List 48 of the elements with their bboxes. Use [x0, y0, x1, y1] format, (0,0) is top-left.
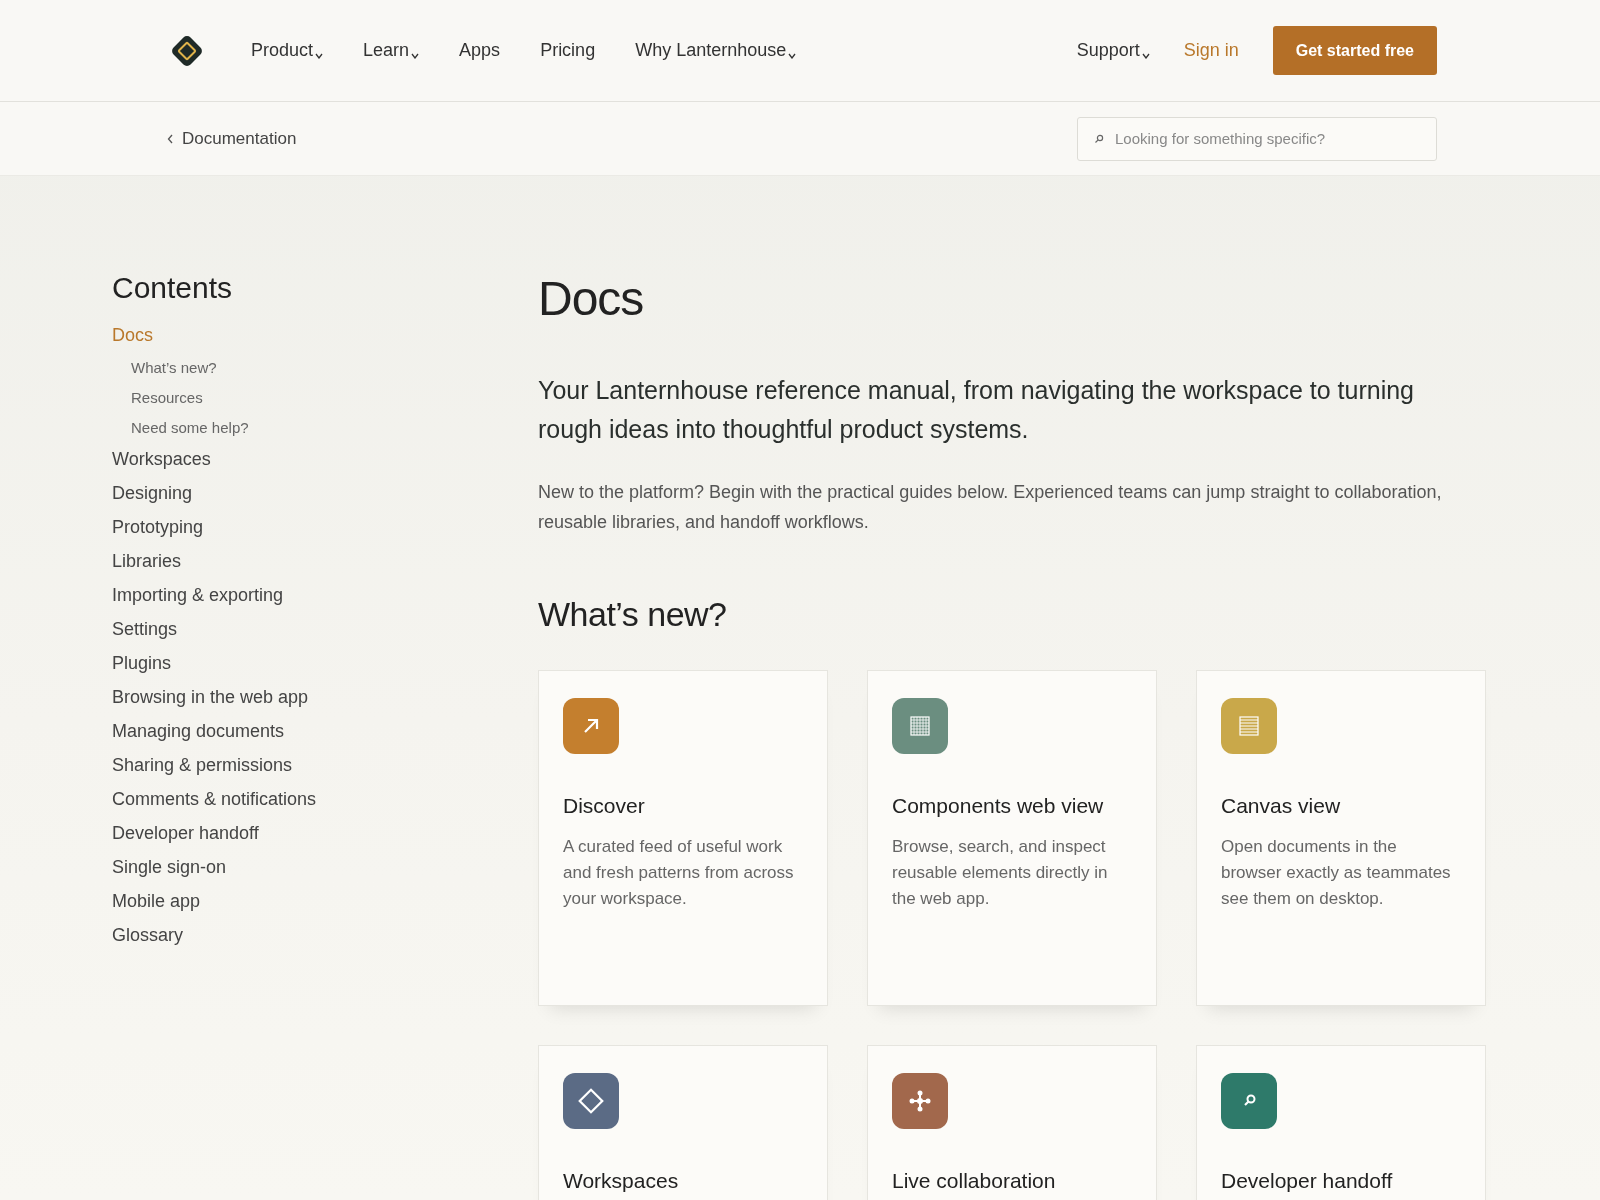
get-started-button[interactable]: Get started free [1272, 26, 1437, 75]
sidebar-link[interactable]: What’s new? [131, 359, 217, 376]
feature-card[interactable]: Developer handoff [1196, 1045, 1486, 1200]
page-title: Docs [538, 271, 645, 326]
sidebar-link[interactable]: Settings [112, 619, 178, 640]
sidebar-link[interactable]: Plugins [112, 653, 172, 674]
card-title: Live collaboration [892, 1169, 1057, 1193]
card-title: Components web view [892, 794, 1105, 818]
nav-link[interactable]: Why Lanternhouse [635, 40, 797, 61]
card-description: Open documents in the browser exactly as teammates see them on desktop. [1221, 836, 1452, 910]
sidebar-link[interactable]: Importing & exporting [112, 585, 284, 606]
nav-link[interactable]: Support [1076, 40, 1150, 61]
feature-card[interactable]: Workspaces [538, 1045, 828, 1200]
card-description: Browse, search, and inspect reusable elements directly in the web app. [892, 836, 1109, 910]
sidebar-link[interactable]: Single sign-on [112, 857, 227, 878]
feature-card[interactable]: Canvas view Open documents in the browser exactly as teammates see them on desktop. [1196, 670, 1486, 1006]
sidebar-link[interactable]: Mobile app [112, 891, 201, 912]
nav-link[interactable]: Product [251, 40, 324, 61]
feature-card[interactable]: Components web view Browse, search, and inspect reusable elements directly in the web app. [867, 670, 1157, 1006]
card-title: Workspaces [563, 1169, 680, 1193]
card-title: Discover [563, 794, 646, 818]
sidebar-link[interactable]: Libraries [112, 551, 182, 572]
sidebar-link[interactable]: Sharing & permissions [112, 755, 293, 776]
feature-card[interactable]: Discover A curated feed of useful work and fresh patterns from across your workspace. [538, 670, 828, 1006]
nav-link[interactable]: Pricing [540, 40, 596, 61]
chevron-left-icon [167, 133, 173, 144]
search-field[interactable]: Looking for something specific? [1077, 116, 1437, 161]
sidebar-link[interactable]: Browsing in the web app [112, 687, 309, 708]
sidebar-link[interactable]: Comments & notifications [112, 789, 317, 810]
card-title: Developer handoff [1221, 1169, 1394, 1193]
sidebar-link[interactable]: Workspaces [112, 449, 211, 470]
feature-card[interactable]: Live collaboration [867, 1045, 1157, 1200]
lead-paragraph: Your Lanternhouse reference manual, from navigating the workspace to turning rough ideas into thoughtful product systems. [538, 375, 1415, 445]
section-heading: What’s new? [538, 595, 728, 634]
card-description: A curated feed of useful work and fresh patterns from across your workspace. [563, 836, 795, 910]
card-title: Canvas view [1221, 794, 1342, 818]
contents-heading: Contents [112, 271, 233, 305]
back-link[interactable]: Documentation [167, 128, 297, 149]
sidebar-link[interactable]: Managing documents [112, 721, 285, 742]
sidebar-link[interactable]: Designing [112, 483, 193, 504]
intro-paragraph: New to the platform? Begin with the practical guides below. Experienced teams can jump straight to collaboration, reusable libraries, and handoff workflows. [538, 481, 1443, 534]
sidebar-link[interactable]: Need some help? [131, 419, 249, 436]
sidebar-link[interactable]: Prototyping [112, 517, 204, 538]
sidebar-link[interactable]: Resources [131, 389, 203, 406]
nav-link[interactable]: Learn [363, 40, 420, 61]
nav-link[interactable]: Apps [459, 40, 501, 61]
sidebar-link[interactable]: Developer handoff [112, 823, 259, 844]
sidebar-link[interactable]: Glossary [112, 925, 183, 946]
